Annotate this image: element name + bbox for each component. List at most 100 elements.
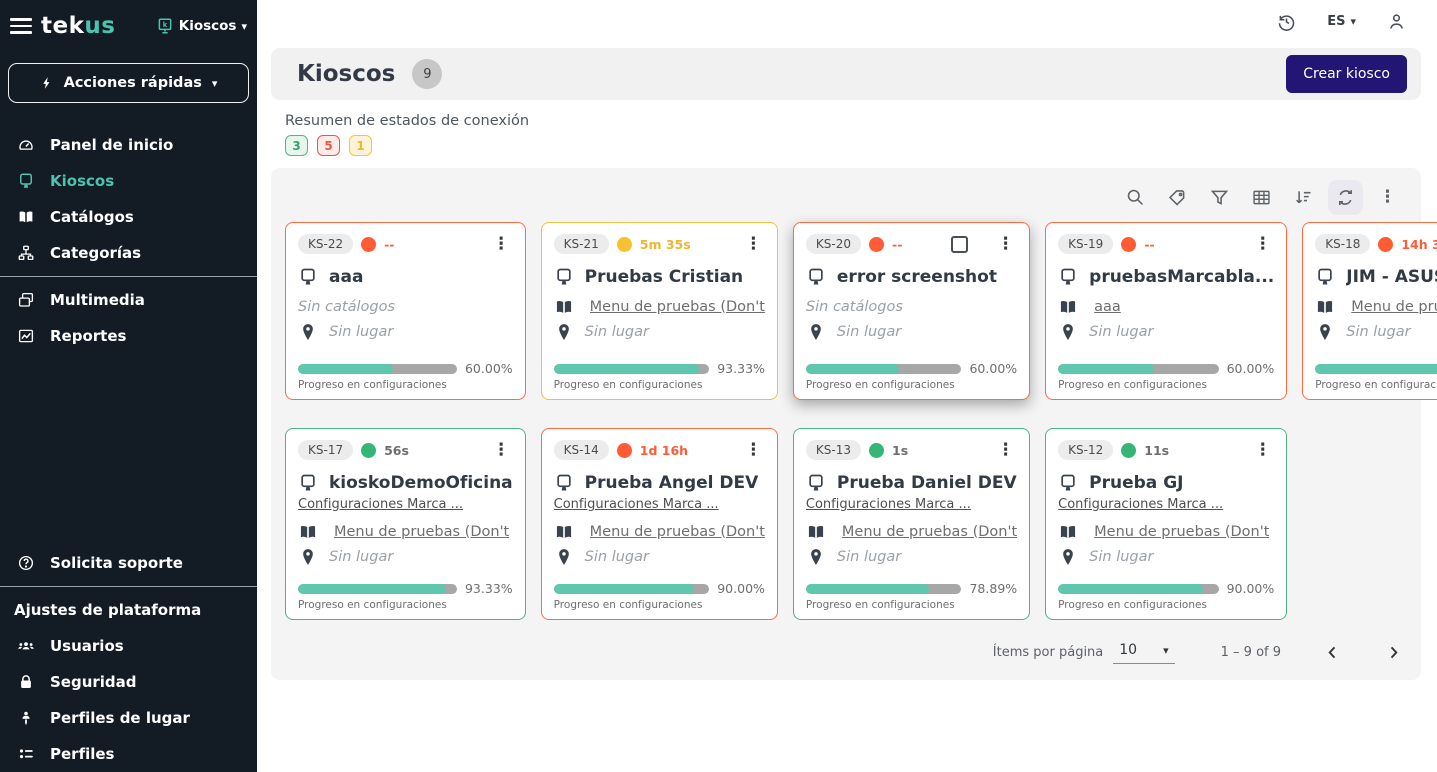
sidebar-item-kioscos[interactable]: Kioscos xyxy=(0,163,257,199)
sidebar-item-categorias[interactable]: Categorías xyxy=(0,235,257,271)
catalog-book-icon xyxy=(1315,297,1335,317)
catalog-row: Menu de pruebas (Don't xyxy=(298,521,513,542)
card-menu-button[interactable]: ⋮ xyxy=(994,442,1017,459)
configurations-link[interactable]: Configuraciones Marca ... xyxy=(1058,497,1274,512)
kiosk-count-badge: 9 xyxy=(412,59,442,89)
connection-time: 1d 16h xyxy=(640,443,688,458)
kiosk-card[interactable]: KS-1211s⋮Prueba GJConfiguraciones Marca … xyxy=(1045,428,1287,620)
location-row: Sin lugar xyxy=(554,547,765,567)
table-button[interactable] xyxy=(1244,180,1279,215)
status-dot xyxy=(1121,443,1136,458)
catalog-row: Menu de pruebas (Don't xyxy=(554,521,765,542)
refresh-button[interactable] xyxy=(1328,180,1363,215)
progress-label: Progreso en configuraciones xyxy=(806,379,1017,391)
location-row: Sin lugar xyxy=(1058,322,1274,342)
kiosk-card[interactable]: KS-1814h 38m⋮JIM - ASUSTUFMenu de prueba… xyxy=(1302,222,1437,400)
progress-percent: 78.89% xyxy=(969,581,1017,596)
kiosk-icon xyxy=(1058,267,1078,287)
progress-bar xyxy=(298,584,457,594)
location-text: Sin lugar xyxy=(1089,324,1153,340)
quick-actions-button[interactable]: Acciones rápidas ▾ xyxy=(8,63,249,103)
items-per-page-label: Ítems por página xyxy=(993,645,1103,660)
hamburger-menu-icon[interactable] xyxy=(10,16,32,36)
catalog-link[interactable]: Menu de pruebas (Don't xyxy=(842,524,1017,540)
sidebar-settings-nav: UsuariosSeguridadPerfiles de lugar Perfil… xyxy=(0,628,257,772)
status-chip-red[interactable]: 5 xyxy=(317,135,340,156)
sidebar-item-label: Perfiles xyxy=(50,745,114,763)
sidebar-item-label: Catálogos xyxy=(50,208,134,226)
sidebar-item-seguridad[interactable]: Seguridad xyxy=(0,664,257,700)
catalog-link[interactable]: Menu de pruebas (Don't xyxy=(1351,299,1437,315)
status-chip-green[interactable]: 3 xyxy=(285,135,308,156)
sidebar-item-multimedia[interactable]: Multimedia xyxy=(0,282,257,318)
kiosk-name: JIM - ASUSTUF xyxy=(1346,267,1437,287)
kiosk-mini-icon: k xyxy=(156,17,174,35)
kiosk-id-badge: KS-17 xyxy=(298,440,353,460)
sidebar-item-label: Kioscos xyxy=(50,172,114,190)
progress-bar xyxy=(1058,584,1218,594)
card-menu-button[interactable]: ⋮ xyxy=(742,236,765,253)
tag-button[interactable] xyxy=(1160,180,1195,215)
configurations-link[interactable]: Configuraciones Marca ... xyxy=(298,497,513,512)
card-header: KS-215m 35s⋮ xyxy=(554,234,765,254)
items-per-page-select[interactable]: 10 ▾ xyxy=(1113,640,1174,664)
kiosk-icon xyxy=(17,172,35,190)
card-menu-button[interactable]: ⋮ xyxy=(994,236,1017,253)
sidebar-item-catalogos[interactable]: Catálogos xyxy=(0,199,257,235)
catalog-book-icon xyxy=(554,297,574,317)
card-menu-button[interactable]: ⋮ xyxy=(490,236,513,253)
page-range-label: 1 – 9 of 9 xyxy=(1221,645,1281,660)
history-icon[interactable] xyxy=(1276,11,1297,32)
sidebar-item-solicita-soporte[interactable]: Solicita soporte xyxy=(0,545,257,581)
kiosk-id-badge: KS-22 xyxy=(298,234,353,254)
more-button[interactable]: ⋮ xyxy=(1370,180,1405,215)
kiosk-card[interactable]: KS-1756s⋮kioskoDemoOficinaConfiguracione… xyxy=(285,428,526,620)
progress-bar xyxy=(298,364,457,374)
catalog-link[interactable]: Menu de pruebas (Don't xyxy=(590,524,765,540)
kiosk-card[interactable]: KS-215m 35s⋮Pruebas CristianMenu de prue… xyxy=(541,222,778,400)
kiosk-card[interactable]: KS-131s⋮Prueba Daniel DEVConfiguraciones… xyxy=(793,428,1030,620)
sidebar-item-reportes[interactable]: Reportes xyxy=(0,318,257,354)
connection-time: 1s xyxy=(892,443,908,458)
progress-fill xyxy=(806,364,899,374)
card-menu-button[interactable]: ⋮ xyxy=(1251,236,1274,253)
sidebar-item-panel-de-inicio[interactable]: Panel de inicio xyxy=(0,127,257,163)
catalog-link[interactable]: Menu de pruebas (Don't xyxy=(334,524,509,540)
module-switcher[interactable]: k Kioscos ▾ xyxy=(156,17,247,35)
language-selector[interactable]: ES ▾ xyxy=(1327,14,1356,29)
progress-fill xyxy=(1058,584,1202,594)
card-menu-button[interactable]: ⋮ xyxy=(1251,442,1274,459)
catalog-link[interactable]: Menu de pruebas (Don't xyxy=(590,299,765,315)
progress-label: Progreso en configuraciones xyxy=(806,599,1017,611)
create-kiosk-button[interactable]: Crear kiosco xyxy=(1286,55,1407,93)
kiosk-icon xyxy=(1058,473,1078,493)
kiosk-icon xyxy=(806,267,826,287)
kiosk-card[interactable]: KS-22--⋮aaaSin catálogosSin lugar60.00%P… xyxy=(285,222,526,400)
kiosk-card[interactable]: KS-19--⋮pruebasMarcabla...aaaSin lugar60… xyxy=(1045,222,1287,400)
card-checkbox[interactable] xyxy=(951,236,968,253)
card-menu-button[interactable]: ⋮ xyxy=(742,442,765,459)
sidebar-item-perfiles[interactable]: Perfiles xyxy=(0,736,257,772)
sidebar-item-perfiles-de-lugar[interactable]: Perfiles de lugar xyxy=(0,700,257,736)
filter-button[interactable] xyxy=(1202,180,1237,215)
kiosk-card[interactable]: KS-20--⋮error screenshotSin catálogosSin… xyxy=(793,222,1030,400)
logo[interactable]: tekus xyxy=(41,13,115,39)
kebab-icon: ⋮ xyxy=(1379,189,1396,206)
user-icon[interactable] xyxy=(1386,11,1407,32)
kiosk-card[interactable]: KS-141d 16h⋮Prueba Angel DEVConfiguracio… xyxy=(541,428,778,620)
catalog-link[interactable]: aaa xyxy=(1094,299,1121,315)
status-chip-yellow[interactable]: 1 xyxy=(349,135,372,156)
lightning-icon xyxy=(40,76,54,90)
catalog-link[interactable]: Menu de pruebas (Don't xyxy=(1094,524,1269,540)
next-page-button[interactable] xyxy=(1384,643,1403,662)
configurations-link[interactable]: Configuraciones Marca ... xyxy=(806,497,1017,512)
connection-time: 56s xyxy=(384,443,409,458)
card-menu-button[interactable]: ⋮ xyxy=(490,442,513,459)
card-header: KS-17 56s ⋮ xyxy=(298,440,513,460)
search-button[interactable] xyxy=(1118,180,1153,215)
sort-button[interactable] xyxy=(1286,180,1321,215)
previous-page-button[interactable] xyxy=(1323,643,1342,662)
sidebar-item-usuarios[interactable]: Usuarios xyxy=(0,628,257,664)
configurations-link[interactable]: Configuraciones Marca ... xyxy=(554,497,765,512)
progress-percent: 60.00% xyxy=(465,361,513,376)
